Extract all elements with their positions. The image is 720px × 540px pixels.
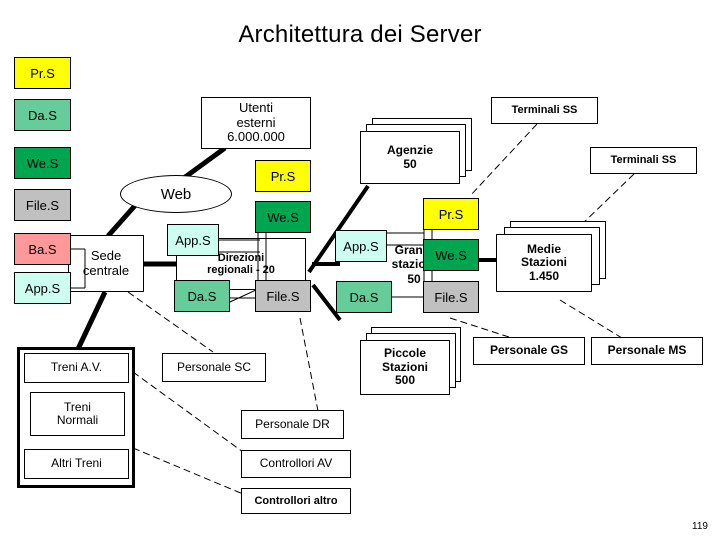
grandi-server-we-s: We.S xyxy=(423,239,479,271)
piccole-line2: Stazioni xyxy=(381,359,428,374)
node-personale-gs: Personale GS xyxy=(473,337,585,365)
node-personale-sc: Personale SC xyxy=(162,353,266,382)
controllori-altro-label: Controllori altro xyxy=(254,494,338,507)
node-altri-treni: Altri Treni xyxy=(24,449,129,479)
node-controllori-av: Controllori AV xyxy=(241,450,351,478)
grandi-server-da-s: Da.S xyxy=(336,281,392,313)
medie-line2: Stazioni xyxy=(520,255,567,270)
treni-normali-line2: Normali xyxy=(56,413,99,427)
page-number: 119 xyxy=(692,521,708,532)
node-piccole-stazioni: Piccole Stazioni 500 xyxy=(360,340,450,395)
personale-gs-label: Personale GS xyxy=(489,343,569,358)
controllori-av-label: Controllori AV xyxy=(259,456,333,471)
personale-dr-label: Personale DR xyxy=(255,416,330,431)
piccole-count: 500 xyxy=(394,373,416,388)
grandi-server-app-s: App.S xyxy=(335,230,387,262)
grandi-server-file-s: File.S xyxy=(423,281,479,313)
personale-ms-label: Personale MS xyxy=(607,343,687,358)
personale-sc-label: Personale SC xyxy=(176,359,252,374)
node-controllori-altro: Controllori altro xyxy=(241,488,351,514)
piccole-line1: Piccole xyxy=(383,346,427,361)
medie-count: 1.450 xyxy=(528,268,560,283)
node-personale-dr: Personale DR xyxy=(241,410,344,439)
node-treni-normali: Treni Normali xyxy=(30,392,125,436)
treni-normali-line1: Treni xyxy=(64,399,91,414)
grandi-server-pr-s: Pr.S xyxy=(423,198,479,230)
node-personale-ms: Personale MS xyxy=(591,337,703,365)
treni-av-label: Treni A.V. xyxy=(50,360,103,375)
node-medie-stazioni: Medie Stazioni 1.450 xyxy=(496,234,592,292)
node-treni-av: Treni A.V. xyxy=(24,353,129,383)
medie-line1: Medie xyxy=(526,241,561,256)
slide-canvas: Architettura dei Server Pr.S Da.S We.S F… xyxy=(0,0,720,540)
altri-treni-label: Altri Treni xyxy=(51,456,102,471)
